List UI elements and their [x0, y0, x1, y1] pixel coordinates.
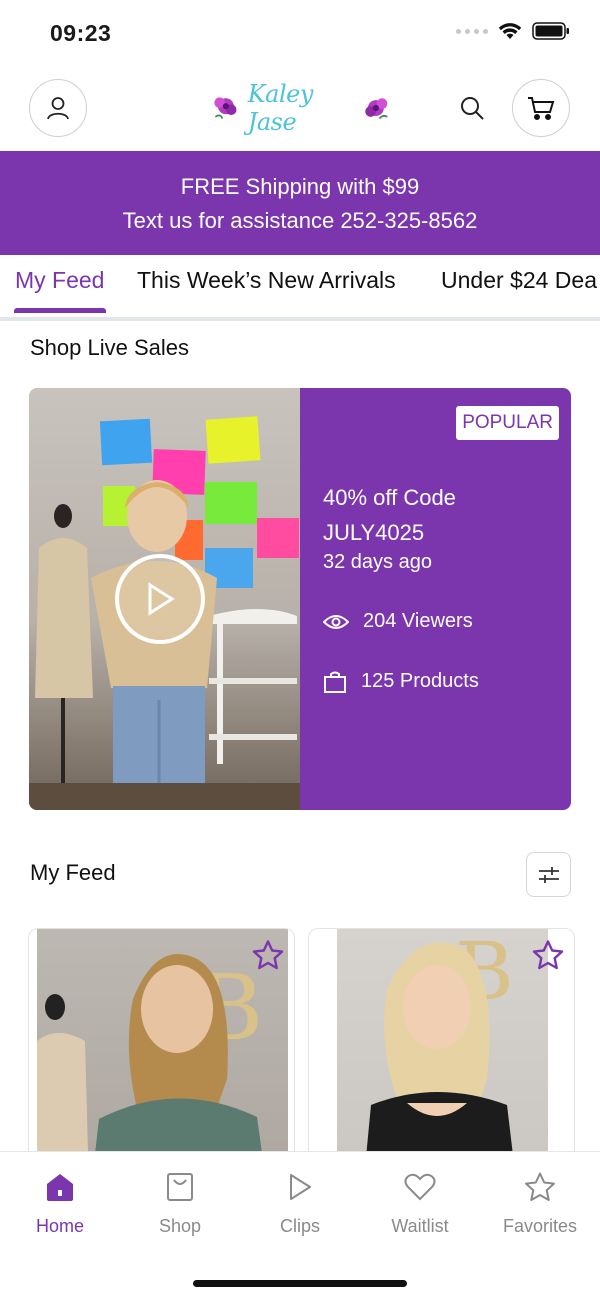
live-sale-title: 40% off Code JULY4025 [323, 485, 456, 545]
feed-section-title: My Feed [30, 860, 116, 885]
nav-waitlist-label: Waitlist [391, 1216, 449, 1236]
nav-favorites[interactable]: Favorites [480, 1170, 600, 1237]
nav-home[interactable]: Home [0, 1170, 120, 1237]
feed-card[interactable]: B [28, 928, 295, 1188]
tab-under-24-deals[interactable]: Under $24 Dea [441, 267, 597, 294]
play-icon [290, 1174, 311, 1200]
nav-shop-label: Shop [158, 1216, 202, 1236]
flower-icon [365, 98, 389, 120]
promo-line-1: FREE Shipping with $99 [180, 174, 420, 199]
live-sale-date: 32 days ago [323, 551, 432, 573]
play-video-button[interactable] [115, 554, 205, 644]
home-icon [47, 1174, 73, 1201]
feed-card[interactable]: B [308, 928, 575, 1188]
star-icon [532, 940, 564, 970]
viewers-count: 204 Viewers [363, 610, 473, 632]
eye-icon [323, 614, 349, 629]
promo-line-2: Text us for assistance 252-325-8562 [122, 208, 478, 233]
live-sale-info: POPULAR 40% off Code JULY4025 32 days ag… [300, 388, 571, 810]
shopping-bag-icon [324, 671, 346, 693]
bottom-navigation: Home Shop Clips Waitlist Favorites [0, 1151, 600, 1299]
logo-text: Kaley Jase [247, 80, 314, 136]
wifi-icon [498, 23, 522, 39]
account-button[interactable] [29, 79, 87, 137]
sliders-icon [538, 866, 559, 883]
nav-shop[interactable]: Shop [120, 1170, 240, 1237]
products-stat: 125 Products [323, 670, 479, 693]
favorite-button[interactable] [530, 937, 566, 973]
active-tab-indicator [14, 308, 106, 313]
star-icon [525, 1172, 555, 1201]
battery-icon [532, 22, 569, 40]
promo-banner[interactable]: FREE Shipping with $99 Text us for assis… [0, 151, 600, 255]
live-section-title: Shop Live Sales [30, 335, 189, 360]
shopping-bag-icon [167, 1173, 193, 1201]
model-photo-illustration: B [363, 929, 517, 1187]
status-bar: 09:23 [0, 0, 600, 66]
search-button[interactable] [452, 88, 492, 128]
cart-icon [528, 97, 555, 120]
star-icon [252, 940, 284, 970]
tab-my-feed[interactable]: My Feed [15, 267, 104, 294]
nav-waitlist[interactable]: Waitlist [360, 1170, 480, 1237]
flower-icon [214, 97, 237, 119]
cart-button[interactable] [512, 79, 570, 137]
filter-button[interactable] [526, 852, 571, 897]
brand-logo[interactable]: Kaley Jase [210, 80, 392, 136]
status-icons [456, 22, 570, 40]
nav-home-label: Home [35, 1216, 84, 1236]
viewers-stat: 204 Viewers [323, 610, 473, 633]
nav-favorites-label: Favorites [502, 1216, 578, 1236]
favorite-button[interactable] [250, 937, 286, 973]
user-icon [47, 97, 69, 120]
products-count: 125 Products [361, 670, 479, 692]
status-time: 09:23 [50, 20, 112, 46]
nav-clips-label: Clips [279, 1216, 320, 1236]
app-header: Kaley Jase [0, 66, 600, 152]
heart-icon [404, 1173, 436, 1201]
tab-new-arrivals[interactable]: This Week’s New Arrivals [137, 267, 396, 294]
signal-icon [456, 28, 488, 34]
nav-clips[interactable]: Clips [240, 1170, 360, 1237]
live-video-thumbnail[interactable] [29, 388, 300, 810]
popular-badge: POPULAR [456, 406, 559, 440]
live-sale-card[interactable]: POPULAR 40% off Code JULY4025 32 days ag… [29, 388, 571, 810]
product-photo[interactable]: B [337, 929, 548, 1187]
home-indicator [193, 1280, 407, 1287]
play-icon [148, 582, 175, 616]
search-icon [461, 97, 484, 120]
category-tabs: My Feed This Week’s New Arrivals Under $… [0, 255, 600, 321]
